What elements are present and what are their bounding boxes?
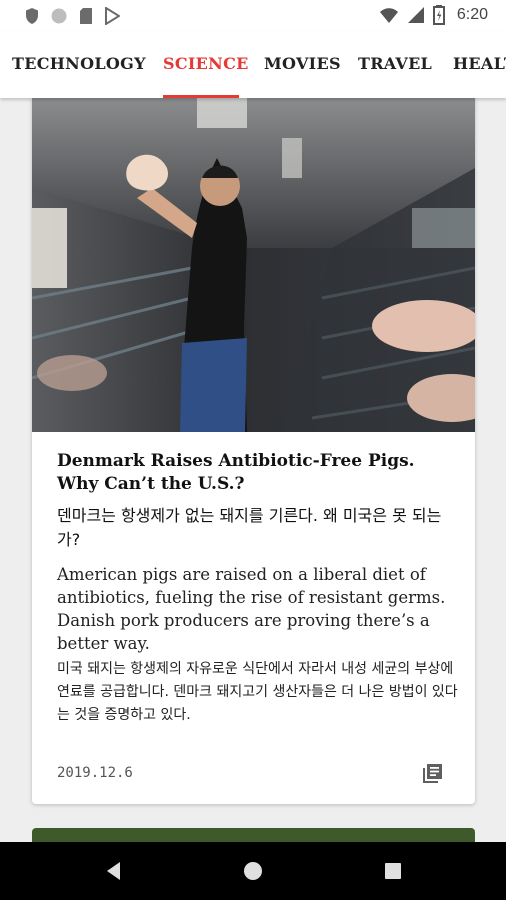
sd-card-icon: [80, 8, 92, 24]
shield-icon: [26, 8, 38, 24]
tab-travel[interactable]: TRAVEL: [358, 54, 432, 73]
circle-icon: [51, 8, 67, 24]
system-nav-bar: [0, 842, 506, 900]
tab-movies[interactable]: MOVIES: [264, 54, 341, 73]
article-headline-korean: 덴마크는 항생제가 없는 돼지를 기른다. 왜 미국은 못 되는가?: [57, 506, 442, 549]
back-icon[interactable]: [102, 859, 126, 883]
wifi-icon: [379, 8, 398, 23]
signal-icon: [407, 7, 424, 23]
article-summary-korean: 미국 돼지는 항생제의 자유로운 식단에서 자라서 내성 세균의 부상에 연료를…: [57, 661, 458, 723]
play-store-icon: [105, 7, 120, 25]
home-icon[interactable]: [241, 859, 265, 883]
status-bar: 6:20: [0, 0, 506, 32]
article-headline[interactable]: Denmark Raises Antibiotic-Free Pigs. Why…: [57, 450, 457, 496]
status-time: 6:20: [456, 6, 488, 23]
category-tab-bar: TECHNOLOGY SCIENCE MOVIES TRAVEL HEALTH: [0, 32, 506, 98]
article-card[interactable]: Denmark Raises Antibiotic-Free Pigs. Why…: [32, 98, 475, 804]
battery-icon: [432, 5, 445, 25]
article-date: 2019.12.6: [57, 765, 133, 781]
status-right-icons: 6:20: [379, 5, 488, 25]
tab-science[interactable]: SCIENCE: [163, 54, 249, 73]
tab-health[interactable]: HEALTH: [453, 54, 506, 73]
article-summary: American pigs are raised on a liberal di…: [57, 565, 446, 653]
status-left-icons: [24, 7, 120, 25]
tab-technology[interactable]: TECHNOLOGY: [12, 54, 146, 73]
recents-icon[interactable]: [381, 859, 405, 883]
article-icon[interactable]: [422, 762, 444, 784]
article-photo[interactable]: [32, 98, 475, 432]
active-tab-indicator: [163, 95, 239, 98]
